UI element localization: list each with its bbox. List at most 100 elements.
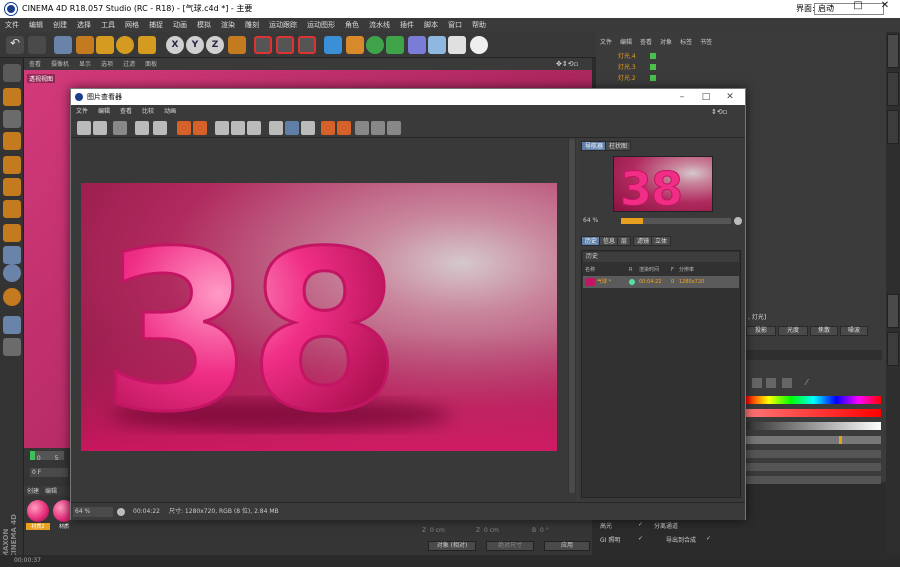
rotate-icon[interactable] — [116, 36, 134, 54]
pv-menu-item-2[interactable]: 查看 — [115, 108, 137, 115]
open-icon[interactable] — [77, 121, 91, 135]
pv-nav-icon[interactable]: ⇕⟲▫ — [711, 108, 727, 116]
magnet-icon[interactable] — [3, 288, 21, 306]
render-settings-icon[interactable] — [298, 36, 316, 54]
viewport-menu-item-2[interactable]: 显示 — [74, 61, 96, 68]
object-menu-item-0[interactable]: 文件 — [596, 39, 616, 46]
timeline-field[interactable]: 0 5 — [30, 451, 64, 462]
tab-shadow[interactable]: 投影 — [746, 326, 776, 336]
tab-histogram[interactable]: 柱状图 — [605, 141, 632, 151]
render-view-icon[interactable] — [254, 36, 272, 54]
saturation-slider[interactable] — [746, 409, 881, 417]
film-icon[interactable] — [269, 121, 283, 135]
snap-icon[interactable] — [3, 264, 21, 282]
move-icon[interactable] — [76, 36, 94, 54]
camera-icon[interactable] — [448, 36, 466, 54]
z-axis-icon[interactable]: Z — [206, 36, 224, 54]
menu-item-1[interactable]: 编辑 — [24, 18, 48, 32]
split-icon[interactable] — [301, 121, 315, 135]
undo-icon[interactable]: ↶ — [6, 36, 24, 54]
edges-mode-icon[interactable] — [3, 178, 21, 196]
object-menu-item-4[interactable]: 标签 — [676, 39, 696, 46]
render-picture-viewer-icon[interactable] — [276, 36, 294, 54]
canvas-scrollbar[interactable] — [568, 139, 576, 493]
menu-item-4[interactable]: 工具 — [96, 18, 120, 32]
tab-navigator[interactable]: 导航器 — [581, 141, 608, 151]
tab-history[interactable]: 历史 — [581, 236, 602, 246]
camera-capture-icon[interactable] — [247, 121, 261, 135]
color-wheel-icon[interactable] — [766, 378, 776, 388]
menu-item-17[interactable]: 窗口 — [443, 18, 467, 32]
object-row[interactable]: 灯光.3 — [600, 62, 880, 73]
render-icon[interactable] — [153, 121, 167, 135]
pv-menu-item-3[interactable]: 比较 — [137, 108, 159, 115]
minimize-icon[interactable]: – — [816, 0, 846, 18]
viewport-menu-item-1[interactable]: 摄像机 — [46, 61, 74, 68]
attr-dropdown[interactable] — [746, 450, 881, 458]
bottom-zoom-select[interactable]: 64 % — [73, 507, 113, 517]
object-row[interactable]: 灯光.2 — [600, 73, 880, 84]
value-slider[interactable] — [746, 422, 881, 430]
menu-item-10[interactable]: 雕刻 — [240, 18, 264, 32]
coord-mode-select[interactable]: 对象 (相对) — [428, 541, 476, 551]
menu-item-14[interactable]: 流水线 — [364, 18, 395, 32]
set-a-icon[interactable] — [321, 121, 335, 135]
takes-tab[interactable] — [887, 72, 899, 106]
checker-icon[interactable] — [3, 338, 21, 356]
save-icon[interactable] — [93, 121, 107, 135]
attr-dropdown[interactable] — [746, 463, 881, 471]
object-menu-item-2[interactable]: 查看 — [636, 39, 656, 46]
attributes-tab[interactable] — [887, 294, 899, 328]
cloner-icon[interactable] — [386, 36, 404, 54]
viewport-nav-icon[interactable]: ✥⇕⟲▫ — [556, 60, 578, 68]
tab-layer[interactable]: 层 — [617, 236, 632, 246]
axis-mode-icon[interactable] — [3, 224, 21, 242]
menu-item-5[interactable]: 网格 — [120, 18, 144, 32]
color-picker-icon[interactable] — [752, 378, 762, 388]
fit-icon[interactable] — [387, 121, 401, 135]
tab-photometric[interactable]: 光度 — [778, 326, 808, 336]
navigator-thumbnail[interactable]: 38 — [613, 156, 713, 212]
move-plus-icon[interactable] — [138, 36, 156, 54]
content-browser-tab[interactable] — [887, 110, 899, 144]
pen-icon[interactable] — [346, 36, 364, 54]
redo-icon[interactable] — [28, 36, 46, 54]
menu-item-16[interactable]: 脚本 — [419, 18, 443, 32]
minimize-icon[interactable]: – — [671, 89, 693, 105]
menu-item-12[interactable]: 运动图形 — [302, 18, 340, 32]
set-b-icon[interactable] — [337, 121, 351, 135]
coord-size-select[interactable]: 绝对尺寸 — [486, 541, 534, 551]
export-option[interactable]: 导出到合成 — [666, 535, 696, 544]
attr-dropdown[interactable] — [746, 476, 881, 484]
menu-item-8[interactable]: 模拟 — [192, 18, 216, 32]
subdivision-icon[interactable] — [366, 36, 384, 54]
render-active-icon[interactable] — [193, 121, 207, 135]
floor-icon[interactable] — [428, 36, 446, 54]
menu-item-11[interactable]: 运动跟踪 — [264, 18, 302, 32]
material-swatch[interactable]: 材质2 — [26, 499, 50, 535]
grid-lock-icon[interactable] — [3, 316, 21, 334]
tab-info[interactable]: 信息 — [599, 236, 620, 246]
viewport-menu-item-0[interactable]: 查看 — [24, 61, 46, 68]
object-menu-item-3[interactable]: 对象 — [656, 39, 676, 46]
multipass-option[interactable]: 分离通道 — [654, 521, 678, 530]
select-arrow-icon[interactable] — [54, 36, 72, 54]
eyedropper-icon[interactable]: ⁄ — [806, 378, 807, 387]
viewport-menu-item-3[interactable]: 选项 — [96, 61, 118, 68]
objects-tab[interactable] — [887, 34, 899, 68]
viewport-menu-item-4[interactable]: 过滤 — [118, 61, 140, 68]
ab-compare-icon[interactable] — [285, 121, 299, 135]
close-icon[interactable]: ✕ — [719, 89, 741, 105]
x-axis-icon[interactable]: X — [166, 36, 184, 54]
copy-icon[interactable] — [215, 121, 229, 135]
apply-button[interactable]: 应用 — [544, 541, 590, 551]
grid-icon[interactable] — [113, 121, 127, 135]
checkbox-icon[interactable]: ✓ — [638, 535, 643, 542]
tab-noise[interactable]: 噪波 — [840, 326, 868, 336]
paste-icon[interactable] — [231, 121, 245, 135]
maximize-icon[interactable]: □ — [843, 0, 873, 18]
zoom-slider[interactable] — [621, 218, 731, 224]
tab-caustics[interactable]: 焦散 — [810, 326, 838, 336]
object-menu-item-5[interactable]: 书签 — [696, 39, 716, 46]
pv-menu-item-4[interactable]: 动画 — [159, 108, 181, 115]
